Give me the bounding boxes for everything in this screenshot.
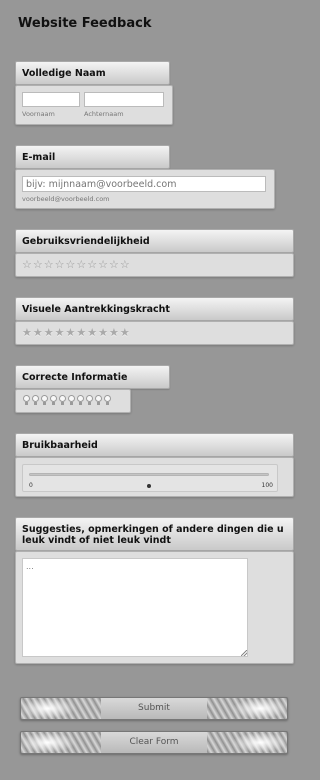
usability-star-icon-2[interactable]: ☆ <box>33 259 43 270</box>
clear-button-label: Clear Form <box>129 737 179 747</box>
usability-star-icon-8[interactable]: ☆ <box>98 259 108 270</box>
resize-grip-icon[interactable] <box>241 650 247 656</box>
usability-field-label: Gebruiksvriendelijkheid <box>15 229 294 253</box>
name-field-label: Volledige Naam <box>15 61 170 85</box>
visual-field-label: Visuele Aantrekkingskracht <box>15 297 294 321</box>
info-field-body <box>15 389 131 413</box>
slider-max-label: 100 <box>261 482 273 489</box>
last-name-input[interactable] <box>84 92 164 107</box>
usability-star-icon-3[interactable]: ☆ <box>44 259 54 270</box>
slider-field-label: Bruikbaarheid <box>15 433 294 457</box>
lightbulb-icon-3[interactable] <box>40 395 48 406</box>
usability-star-icon-4[interactable]: ☆ <box>55 259 65 270</box>
visual-star-icon-5[interactable]: ★ <box>66 327 76 338</box>
lightbulb-icon-9[interactable] <box>94 395 102 406</box>
slider-frame: 0 100 <box>22 464 278 492</box>
lightbulb-icon-5[interactable] <box>58 395 66 406</box>
usability-field-body: ☆ ☆ ☆ ☆ ☆ ☆ ☆ ☆ ☆ ☆ <box>15 253 294 277</box>
lightbulb-icon-7[interactable] <box>76 395 84 406</box>
slider-field-body: 0 100 <box>15 457 294 497</box>
suggestions-textarea[interactable] <box>22 558 248 657</box>
first-name-sublabel: Voornaam <box>22 110 55 118</box>
usability-star-icon-5[interactable]: ☆ <box>66 259 76 270</box>
visual-star-icon-7[interactable]: ★ <box>87 327 97 338</box>
form-title: Website Feedback <box>18 16 152 31</box>
usability-star-icon-10[interactable]: ☆ <box>120 259 130 270</box>
slider-handle[interactable] <box>147 484 151 488</box>
visual-star-icon-3[interactable]: ★ <box>44 327 54 338</box>
usability-star-icon-7[interactable]: ☆ <box>87 259 97 270</box>
slider-track[interactable] <box>29 473 269 476</box>
visual-star-icon-8[interactable]: ★ <box>98 327 108 338</box>
visual-star-icon-1[interactable]: ★ <box>22 327 32 338</box>
usability-star-icon-1[interactable]: ☆ <box>22 259 32 270</box>
email-input[interactable] <box>22 176 266 192</box>
visual-field-body: ★ ★ ★ ★ ★ ★ ★ ★ ★ ★ <box>15 321 294 345</box>
last-name-sublabel: Achternaam <box>84 110 124 118</box>
lightbulb-icon-10[interactable] <box>103 395 111 406</box>
visual-star-icon-10[interactable]: ★ <box>120 327 130 338</box>
clear-form-button[interactable]: Clear Form <box>20 731 288 754</box>
name-field-body: Voornaam Achternaam <box>15 85 173 125</box>
lightbulb-icon-4[interactable] <box>49 395 57 406</box>
email-field-body: voorbeeld@voorbeeld.com <box>15 169 275 209</box>
usability-star-rating: ☆ ☆ ☆ ☆ ☆ ☆ ☆ ☆ ☆ ☆ <box>22 259 130 270</box>
info-field-label: Correcte Informatie <box>15 365 170 389</box>
first-name-input[interactable] <box>22 92 80 107</box>
suggestions-field-body <box>15 551 294 664</box>
visual-star-rating: ★ ★ ★ ★ ★ ★ ★ ★ ★ ★ <box>22 327 130 338</box>
lightbulb-icon-6[interactable] <box>67 395 75 406</box>
visual-star-icon-2[interactable]: ★ <box>33 327 43 338</box>
lightbulb-icon-8[interactable] <box>85 395 93 406</box>
suggestions-field-label: Suggesties, opmerkingen of andere dingen… <box>15 517 294 551</box>
visual-star-icon-6[interactable]: ★ <box>76 327 86 338</box>
usability-star-icon-9[interactable]: ☆ <box>109 259 119 270</box>
email-sublabel: voorbeeld@voorbeeld.com <box>22 195 110 203</box>
submit-button[interactable]: Submit <box>20 697 288 720</box>
visual-star-icon-4[interactable]: ★ <box>55 327 65 338</box>
lightbulb-icon-1[interactable] <box>22 395 30 406</box>
visual-star-icon-9[interactable]: ★ <box>109 327 119 338</box>
usability-star-icon-6[interactable]: ☆ <box>76 259 86 270</box>
slider-min-label: 0 <box>29 482 33 489</box>
lightbulb-icon-2[interactable] <box>31 395 39 406</box>
email-field-label: E-mail <box>15 145 170 169</box>
info-bulb-rating <box>22 395 111 406</box>
submit-button-label: Submit <box>138 703 170 713</box>
